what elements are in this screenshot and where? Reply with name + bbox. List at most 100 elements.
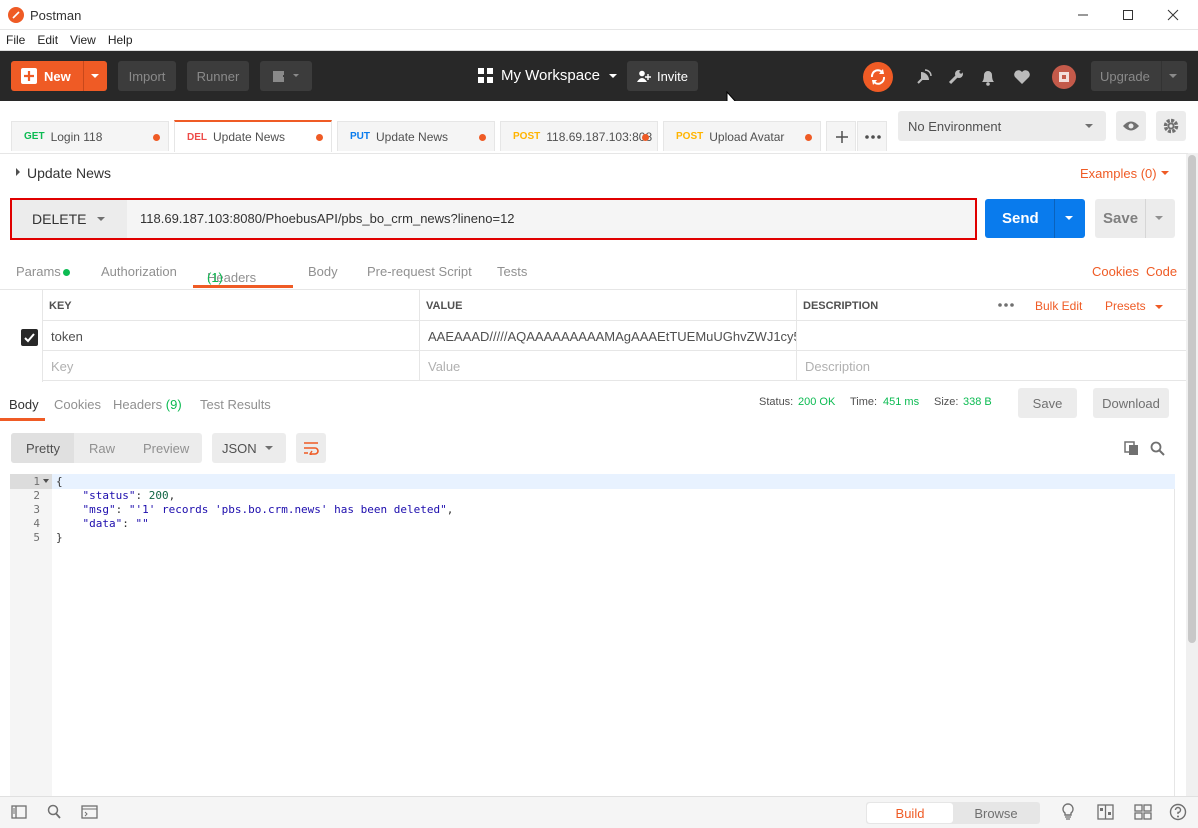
presets-link[interactable]: Presets bbox=[1105, 299, 1146, 313]
menu-file[interactable]: File bbox=[0, 30, 31, 47]
tab-headers-count: (1) bbox=[207, 270, 223, 285]
header-enabled-checkbox[interactable] bbox=[21, 329, 38, 346]
lightbulb-icon[interactable] bbox=[1061, 803, 1075, 821]
scrollbar-thumb[interactable] bbox=[1188, 155, 1196, 643]
response-body-editor[interactable] bbox=[10, 474, 1175, 796]
bell-icon[interactable] bbox=[978, 67, 998, 87]
wrap-icon bbox=[303, 441, 319, 455]
view-mode-group: Pretty Raw Preview bbox=[11, 433, 202, 463]
console-icon[interactable] bbox=[81, 805, 98, 819]
save-response-button[interactable]: Save bbox=[1018, 388, 1077, 418]
format-type-select[interactable]: JSON bbox=[212, 433, 286, 463]
build-mode-button[interactable]: Build bbox=[867, 803, 953, 823]
tab-post-ip[interactable]: POST 118.69.187.103:808 bbox=[500, 121, 658, 151]
tab-body[interactable]: Body bbox=[308, 264, 338, 279]
raw-button[interactable]: Raw bbox=[89, 441, 115, 456]
invite-button[interactable]: Invite bbox=[627, 61, 698, 91]
header-description-cell[interactable] bbox=[797, 321, 1186, 351]
column-header-key: KEY bbox=[43, 290, 420, 321]
tab-method: POST bbox=[513, 131, 541, 142]
close-button[interactable] bbox=[1150, 0, 1196, 30]
browse-mode-button[interactable]: Browse bbox=[953, 803, 1039, 823]
settings-button[interactable] bbox=[1156, 111, 1186, 141]
tab-upload-avatar[interactable]: POST Upload Avatar bbox=[663, 121, 821, 151]
request-tabs-bar: GET Login 118 DEL Update News PUT Update… bbox=[0, 101, 1198, 153]
two-pane-icon[interactable] bbox=[1097, 804, 1114, 820]
avatar[interactable] bbox=[1052, 65, 1076, 89]
tab-params[interactable]: Params bbox=[16, 264, 61, 279]
menu-view[interactable]: View bbox=[64, 30, 102, 47]
new-header-description-input[interactable]: Description bbox=[797, 351, 1186, 381]
bulk-edit-link[interactable]: Bulk Edit bbox=[1035, 299, 1082, 313]
wrap-lines-button[interactable] bbox=[296, 433, 326, 463]
chevron-down-icon[interactable] bbox=[1064, 215, 1074, 223]
tab-update-news-put[interactable]: PUT Update News bbox=[337, 121, 495, 151]
response-tab-body[interactable]: Body bbox=[9, 397, 39, 412]
import-button[interactable]: Import bbox=[118, 61, 176, 91]
new-button[interactable]: New bbox=[11, 61, 107, 91]
request-name[interactable]: Update News bbox=[27, 165, 111, 181]
code-link[interactable]: Code bbox=[1146, 264, 1177, 279]
workspace-selector[interactable]: My Workspace bbox=[478, 67, 618, 84]
pretty-button[interactable]: Pretty bbox=[26, 441, 60, 456]
fold-icon[interactable] bbox=[43, 479, 49, 484]
search-icon[interactable] bbox=[1150, 441, 1165, 456]
more-tabs-button[interactable] bbox=[857, 121, 887, 151]
tab-update-news-delete[interactable]: DEL Update News bbox=[174, 120, 332, 152]
chevron-down-icon[interactable] bbox=[1154, 215, 1164, 223]
line-number: 3 bbox=[33, 503, 40, 516]
satellite-icon[interactable] bbox=[914, 67, 934, 87]
tab-login-118[interactable]: GET Login 118 bbox=[11, 121, 169, 151]
window-title: Postman bbox=[30, 8, 82, 23]
chevron-down-icon bbox=[89, 72, 101, 80]
tab-prerequest-script[interactable]: Pre-request Script bbox=[367, 264, 472, 279]
heart-icon[interactable] bbox=[1012, 67, 1032, 87]
maximize-button[interactable] bbox=[1105, 0, 1151, 30]
new-header-key-input[interactable]: Key bbox=[43, 351, 420, 381]
minimize-button[interactable] bbox=[1060, 0, 1106, 30]
examples-link[interactable]: Examples (0) bbox=[1080, 166, 1157, 181]
copy-icon[interactable] bbox=[1124, 441, 1139, 456]
more-icon[interactable] bbox=[998, 303, 1014, 307]
tab-tests[interactable]: Tests bbox=[497, 264, 527, 279]
new-window-button[interactable] bbox=[260, 61, 312, 91]
add-tab-button[interactable] bbox=[826, 121, 856, 151]
download-button[interactable]: Download bbox=[1093, 388, 1169, 418]
upgrade-button[interactable]: Upgrade bbox=[1091, 61, 1187, 91]
headers-table: KEY VALUE DESCRIPTION Bulk Edit Presets … bbox=[0, 289, 1186, 382]
code-key: "data" bbox=[82, 517, 123, 530]
tab-authorization[interactable]: Authorization bbox=[101, 264, 177, 279]
eye-button[interactable] bbox=[1116, 111, 1146, 141]
save-label: Save bbox=[1103, 210, 1139, 227]
save-button[interactable]: Save bbox=[1095, 199, 1175, 238]
method-select[interactable]: DELETE bbox=[12, 200, 127, 238]
code-line: } bbox=[56, 531, 63, 544]
runner-button[interactable]: Runner bbox=[187, 61, 249, 91]
caret-right-icon[interactable] bbox=[14, 167, 22, 177]
keyboard-shortcuts-icon[interactable] bbox=[1134, 804, 1152, 820]
header-value-cell[interactable]: AAEAAAD/////AQAAAAAAAAAMAgAAAEtTUEMuUGhv… bbox=[420, 321, 797, 351]
menu-help[interactable]: Help bbox=[102, 30, 139, 47]
find-icon[interactable] bbox=[47, 804, 62, 820]
response-tab-cookies[interactable]: Cookies bbox=[54, 397, 101, 412]
response-tab-test-results[interactable]: Test Results bbox=[200, 397, 271, 412]
help-icon[interactable] bbox=[1169, 803, 1187, 821]
new-header-value-input[interactable]: Value bbox=[420, 351, 797, 381]
format-type-selected: JSON bbox=[222, 441, 257, 456]
chevron-down-icon bbox=[608, 72, 618, 80]
menu-edit[interactable]: Edit bbox=[31, 30, 64, 47]
url-input[interactable]: 118.69.187.103:8080/PhoebusAPI/pbs_bo_cr… bbox=[140, 211, 515, 226]
sync-icon[interactable] bbox=[863, 62, 893, 92]
environment-select[interactable]: No Environment bbox=[898, 111, 1106, 141]
response-tab-headers[interactable]: Headers (9) bbox=[113, 397, 182, 412]
header-key-cell[interactable]: token bbox=[43, 321, 420, 351]
tab-method: DEL bbox=[187, 131, 207, 143]
sidebar-toggle-icon[interactable] bbox=[11, 805, 27, 819]
code-punct: } bbox=[56, 531, 63, 544]
send-button[interactable]: Send bbox=[985, 199, 1085, 238]
scrollbar[interactable] bbox=[1186, 153, 1198, 796]
cookies-link[interactable]: Cookies bbox=[1092, 264, 1139, 279]
preview-button[interactable]: Preview bbox=[143, 441, 189, 456]
wrench-icon[interactable] bbox=[946, 67, 966, 87]
